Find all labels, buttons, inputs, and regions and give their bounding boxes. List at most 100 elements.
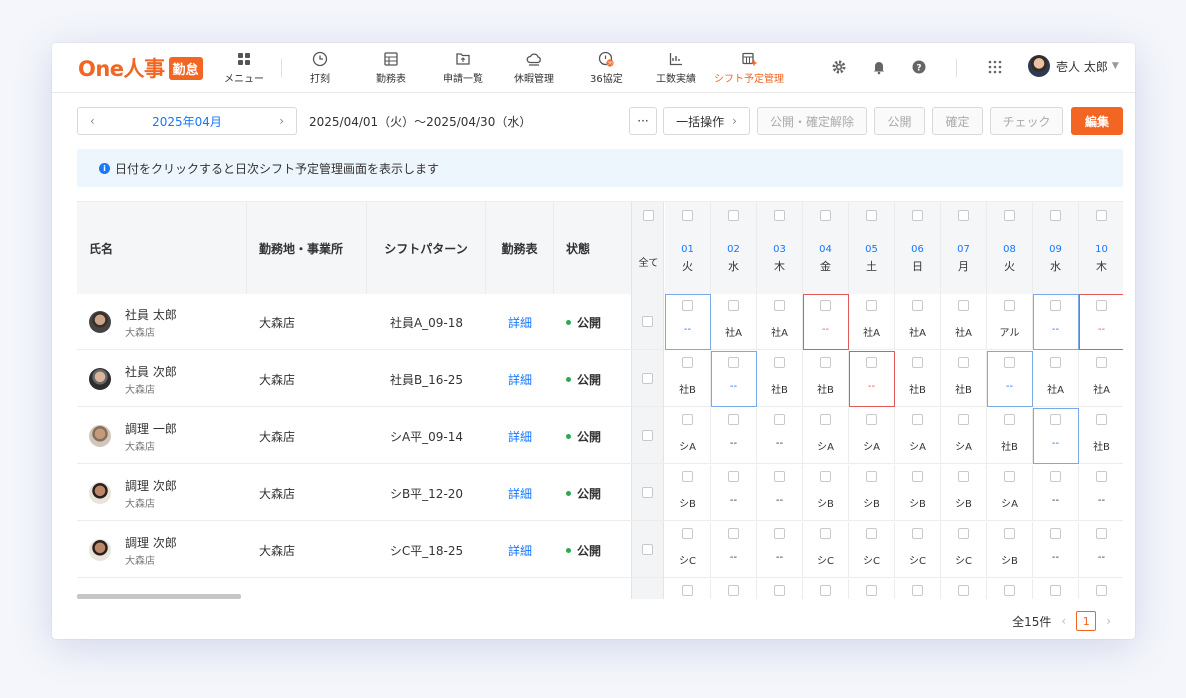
app-logo[interactable]: One人事 勤怠 [78, 55, 203, 81]
day-select-checkbox[interactable] [958, 210, 969, 221]
shift-checkbox[interactable] [682, 300, 693, 311]
shift-checkbox[interactable] [1096, 585, 1107, 596]
shift-cell[interactable] [711, 579, 757, 599]
nav-shift-plan[interactable]: シフト予定管理 [714, 51, 784, 87]
shift-checkbox[interactable] [820, 585, 831, 596]
horizontal-scrollbar[interactable] [77, 594, 241, 599]
shift-cell[interactable]: シA [665, 408, 711, 464]
shift-cell[interactable]: 社A [895, 294, 941, 350]
timesheet-detail-link[interactable]: 詳細 [486, 351, 554, 407]
nav-punch[interactable]: 打刻 [310, 51, 330, 87]
shift-cell[interactable]: シB [987, 522, 1033, 578]
prev-month-icon[interactable]: ‹ [90, 114, 95, 128]
shift-checkbox[interactable] [866, 585, 877, 596]
nav-timesheet[interactable]: 勤務表 [376, 51, 406, 87]
day-header-08[interactable]: 08 火 [987, 202, 1033, 294]
shift-cell[interactable]: 社A [757, 294, 803, 350]
shift-cell[interactable]: 社B [665, 351, 711, 407]
day-number[interactable]: 04 [819, 244, 832, 255]
shift-checkbox[interactable] [1050, 357, 1061, 368]
shift-cell[interactable]: シA [849, 408, 895, 464]
day-header-07[interactable]: 07 月 [941, 202, 987, 294]
shift-checkbox[interactable] [912, 528, 923, 539]
shift-checkbox[interactable] [774, 414, 785, 425]
shift-checkbox[interactable] [774, 528, 785, 539]
shift-cell[interactable]: 社A [711, 294, 757, 350]
shift-cell[interactable]: -- [1033, 294, 1079, 350]
shift-cell[interactable]: シB [803, 465, 849, 521]
day-number[interactable]: 06 [911, 244, 924, 255]
shift-checkbox[interactable] [866, 414, 877, 425]
shift-cell[interactable]: シC [941, 522, 987, 578]
shift-cell[interactable]: -- [1079, 465, 1123, 521]
shift-cell[interactable]: 社B [757, 351, 803, 407]
apps-grid-icon[interactable] [986, 58, 1004, 76]
nav-leave[interactable]: 休暇管理 [514, 51, 554, 87]
shift-cell[interactable]: シC [849, 522, 895, 578]
day-select-checkbox[interactable] [1004, 210, 1015, 221]
day-header-02[interactable]: 02 水 [711, 202, 757, 294]
row-select-checkbox[interactable] [642, 430, 653, 441]
shift-checkbox[interactable] [912, 414, 923, 425]
shift-checkbox[interactable] [682, 414, 693, 425]
timesheet-detail-link[interactable]: 詳細 [486, 465, 554, 521]
shift-cell[interactable]: -- [757, 522, 803, 578]
nav-36-agreement[interactable]: 36 36協定 [590, 51, 623, 87]
shift-cell[interactable]: -- [711, 465, 757, 521]
shift-checkbox[interactable] [958, 471, 969, 482]
day-header-05[interactable]: 05 土 [849, 202, 895, 294]
shift-cell[interactable]: シB [941, 465, 987, 521]
shift-checkbox[interactable] [958, 357, 969, 368]
shift-cell[interactable]: アル [987, 294, 1033, 350]
shift-cell[interactable]: -- [711, 351, 757, 407]
prev-page-icon[interactable]: ‹ [1061, 614, 1066, 628]
day-select-checkbox[interactable] [866, 210, 877, 221]
shift-cell[interactable]: 社B [1079, 408, 1123, 464]
day-select-checkbox[interactable] [820, 210, 831, 221]
shift-checkbox[interactable] [820, 300, 831, 311]
shift-cell[interactable]: 社B [987, 408, 1033, 464]
shift-cell[interactable]: 社A [1079, 351, 1123, 407]
shift-checkbox[interactable] [1096, 414, 1107, 425]
shift-checkbox[interactable] [820, 357, 831, 368]
check-button[interactable]: チェック [990, 107, 1063, 135]
help-icon[interactable]: ? [910, 58, 928, 76]
shift-checkbox[interactable] [728, 528, 739, 539]
shift-checkbox[interactable] [728, 471, 739, 482]
shift-checkbox[interactable] [912, 471, 923, 482]
shift-checkbox[interactable] [1096, 528, 1107, 539]
confirm-button[interactable]: 確定 [932, 107, 983, 135]
shift-checkbox[interactable] [1004, 414, 1015, 425]
shift-checkbox[interactable] [866, 471, 877, 482]
shift-checkbox[interactable] [1096, 300, 1107, 311]
shift-checkbox[interactable] [728, 300, 739, 311]
shift-checkbox[interactable] [820, 471, 831, 482]
shift-cell[interactable]: -- [803, 294, 849, 350]
shift-cell[interactable]: シA [895, 408, 941, 464]
timesheet-detail-link[interactable] [486, 579, 554, 599]
shift-cell[interactable] [941, 579, 987, 599]
shift-checkbox[interactable] [1004, 300, 1015, 311]
shift-checkbox[interactable] [1050, 300, 1061, 311]
shift-cell[interactable] [987, 579, 1033, 599]
shift-cell[interactable]: -- [665, 294, 711, 350]
shift-cell[interactable]: -- [1033, 522, 1079, 578]
shift-checkbox[interactable] [820, 528, 831, 539]
shift-checkbox[interactable] [912, 300, 923, 311]
shift-cell[interactable]: -- [757, 465, 803, 521]
shift-cell[interactable]: シC [665, 522, 711, 578]
settings-gear-icon[interactable] [830, 58, 848, 76]
shift-cell[interactable] [803, 579, 849, 599]
current-month[interactable]: 2025年04月 [152, 113, 222, 130]
shift-checkbox[interactable] [774, 357, 785, 368]
day-header-03[interactable]: 03 木 [757, 202, 803, 294]
next-month-icon[interactable]: › [279, 114, 284, 128]
shift-checkbox[interactable] [728, 414, 739, 425]
shift-cell[interactable]: 社A [941, 294, 987, 350]
shift-cell[interactable]: -- [1033, 408, 1079, 464]
day-select-checkbox[interactable] [1050, 210, 1061, 221]
shift-cell[interactable]: シA [987, 465, 1033, 521]
shift-cell[interactable]: -- [987, 351, 1033, 407]
shift-checkbox[interactable] [1050, 414, 1061, 425]
shift-cell[interactable] [895, 579, 941, 599]
